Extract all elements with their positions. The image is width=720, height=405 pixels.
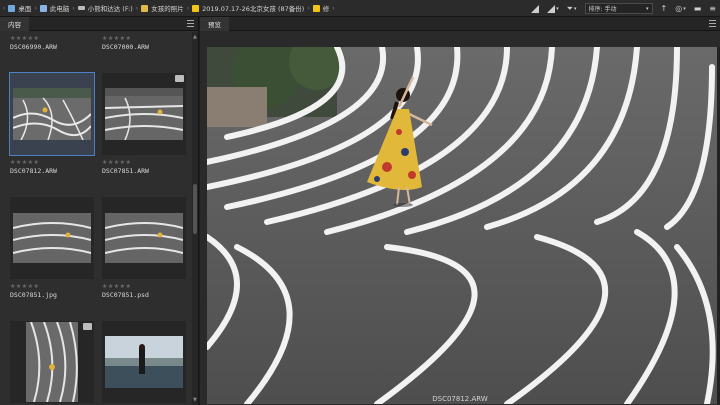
drive-icon (77, 6, 85, 10)
breadcrumb-label: 此电脑 (49, 5, 70, 13)
rating-stars[interactable]: ★★★★★ (10, 35, 39, 42)
folder-icon (312, 4, 320, 12)
scroll-up-icon[interactable]: ▲ (193, 34, 197, 40)
thumbnail-item[interactable] (10, 197, 94, 279)
path-bar: › 桌面 › 此电脑 › 小熊和达达 (F:) › 女孩的照片 › 2019.0… (0, 0, 720, 17)
filter-icon[interactable]: ⏷ ▾ (563, 0, 581, 17)
preview-image[interactable] (207, 47, 717, 404)
folder-icon (192, 4, 200, 12)
breadcrumb-item-folder-trip[interactable]: 2019.07.17-26北京女孩 (87备份) (190, 0, 306, 17)
content-scrollbar[interactable]: ▲ ▼ (192, 32, 198, 405)
breadcrumb-item-folder-photos[interactable]: 女孩的照片 (139, 0, 186, 17)
panel-menu-icon[interactable] (187, 20, 194, 27)
preview-panel: 预览 DSC07812.ARW (200, 16, 720, 405)
breadcrumb-label: 2019.07.17-26北京女孩 (87备份) (202, 5, 305, 13)
content-panel-header: 内容 (0, 16, 198, 31)
breadcrumb-item-computer[interactable]: 此电脑 (38, 0, 72, 17)
breadcrumb-item-drive[interactable]: 小熊和达达 (F:) (76, 0, 135, 17)
breadcrumb: › 桌面 › 此电脑 › 小熊和达达 (F:) › 女孩的照片 › 2019.0… (0, 0, 500, 17)
rating-stars[interactable]: ★★★★★ (102, 283, 131, 290)
thumbnail-image (105, 88, 183, 140)
quality-icon[interactable] (527, 0, 543, 17)
thumbnail-filename: DSC07000.ARW (102, 43, 149, 51)
thumbnail-item[interactable] (102, 321, 186, 403)
tab-preview[interactable]: 预览 (200, 16, 229, 31)
file-type-badge-icon (175, 75, 184, 82)
chevron-right-icon: › (332, 4, 335, 12)
new-folder-icon[interactable]: ▬ (690, 0, 706, 17)
thumbnail-image (26, 322, 78, 402)
sort-order-icon[interactable]: ↑ (657, 0, 672, 17)
preview-panel-header: 预览 (200, 16, 720, 31)
scrollbar-thumb[interactable] (193, 184, 197, 234)
thumbnail-item[interactable] (102, 197, 186, 279)
thumbnail-filename: DSC07851.ARW (102, 167, 149, 175)
thumbnail-item[interactable] (10, 321, 94, 403)
sort-label: 排序: 手动 (588, 6, 617, 13)
rating-stars[interactable]: ★★★★★ (10, 159, 39, 166)
desktop-icon (8, 4, 16, 12)
breadcrumb-item-desktop[interactable]: 桌面 (6, 0, 33, 17)
computer-icon (39, 4, 47, 12)
toolbar: ▾ ⏷ ▾ 排序: 手动 ▾ ↑ ◎ ▾ ▬ ≡ (527, 0, 720, 17)
breadcrumb-label: 修 (322, 5, 330, 13)
breadcrumb-label: 小熊和达达 (F:) (87, 5, 133, 13)
thumbnail-filename: DSC07851.psd (102, 291, 149, 299)
scroll-down-icon[interactable]: ▼ (193, 397, 197, 403)
breadcrumb-label: 女孩的照片 (151, 5, 184, 13)
thumbnail-grid: ★★★★★ DSC06990.ARW ★★★★★ DSC07000.ARW ★★… (0, 32, 193, 405)
thumbnail-image (13, 213, 91, 263)
folder-icon (141, 4, 149, 12)
sort-dropdown[interactable]: 排序: 手动 ▾ (584, 3, 653, 14)
rating-stars[interactable]: ★★★★★ (10, 283, 39, 290)
thumbnail-image (105, 336, 183, 388)
thumbnail-filename: DSC06990.ARW (10, 43, 57, 51)
view-options-icon[interactable]: ◎ ▾ (671, 0, 690, 17)
content-panel: 内容 ★★★★★ DSC06990.ARW ★★★★★ DSC07000.ARW (0, 16, 199, 405)
rating-stars[interactable]: ★★★★★ (102, 35, 131, 42)
thumbnail-filename: DSC07812.ARW (10, 167, 57, 175)
file-type-badge-icon (83, 323, 92, 330)
preview-caption: DSC07812.ARW (432, 395, 488, 403)
rating-filter-icon[interactable]: ▾ (543, 0, 563, 17)
chevron-down-icon: ▾ (646, 5, 649, 12)
thumbnail-item[interactable] (102, 73, 186, 155)
thumbnail-filename: DSC07851.jpg (10, 291, 57, 299)
thumbnail-image (105, 213, 183, 263)
tab-content[interactable]: 内容 (0, 16, 29, 31)
preview-photo (207, 47, 717, 404)
menu-icon[interactable]: ≡ (705, 0, 720, 17)
thumbnail-image (13, 88, 91, 140)
thumbnail-item-selected[interactable] (9, 72, 95, 156)
breadcrumb-label: 桌面 (18, 5, 32, 13)
breadcrumb-item-folder-edit[interactable]: 修 (311, 0, 332, 17)
rating-stars[interactable]: ★★★★★ (102, 159, 131, 166)
panel-menu-icon[interactable] (709, 20, 716, 27)
